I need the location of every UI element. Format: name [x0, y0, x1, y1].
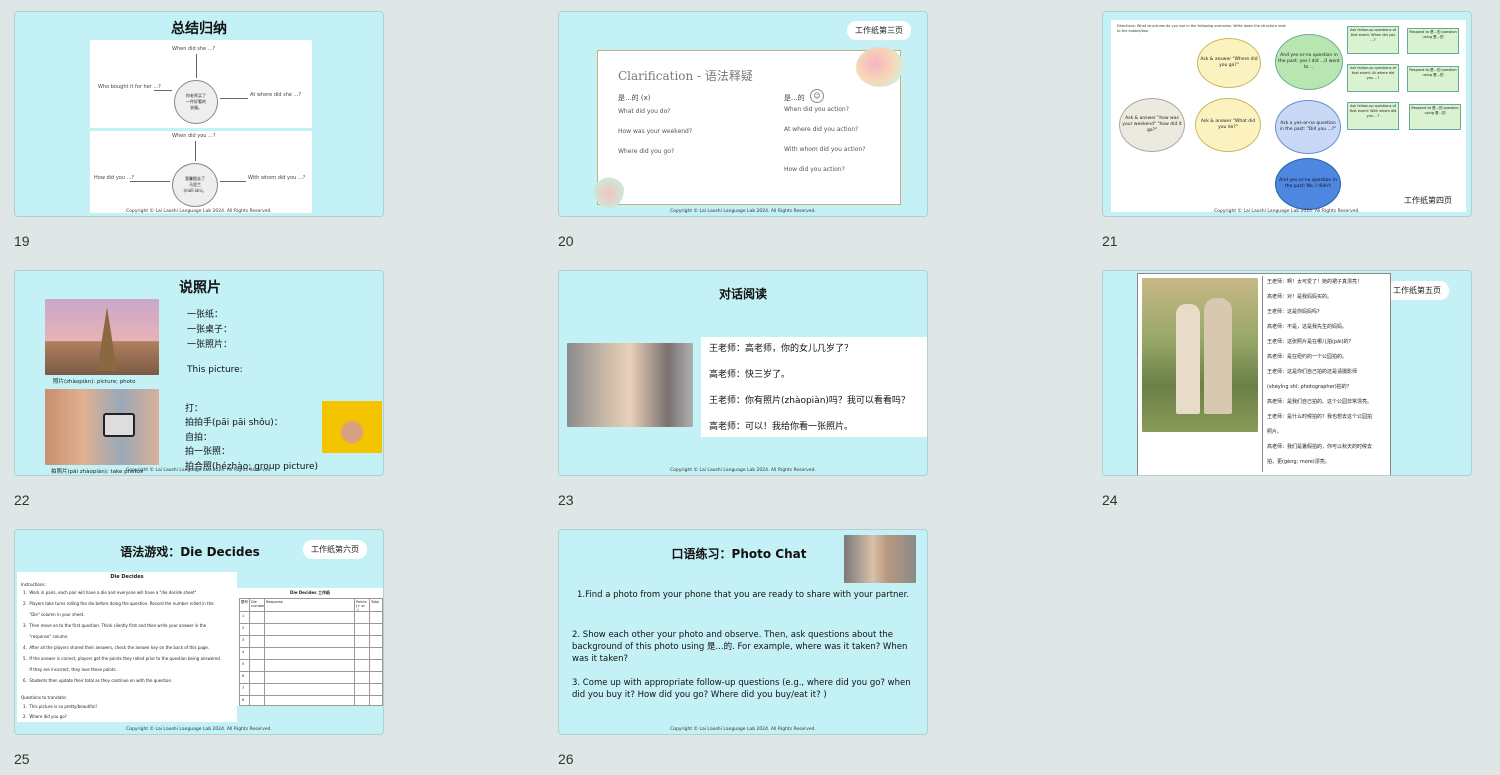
slide-thumbnail-19[interactable]: 总结归纳 When did she ...? Who bought it for… [14, 11, 384, 217]
dialogue-lines: 王老师：啊！太可爱了！她的裙子真漂亮！ 高老师：对！是我妈妈买的。 王老师：这是… [1262, 276, 1388, 472]
center-bubble: 你老师买了 一件好看的 衣服。 [174, 80, 218, 124]
worksheet-badge: 工作纸第五页 [1385, 281, 1449, 300]
mindmap-top: When did she ...? Who bought it for her … [90, 40, 312, 128]
clarification-card: Clarification - 语法释疑 是...的 (x) What did … [594, 47, 904, 208]
dialogue-box: 王老师：高老师，你的女儿几岁了？ 高老师：快三岁了。 王老师：你有照片(zhào… [701, 337, 927, 437]
instructions-doc: Die Decides Instructions: 1. Work in pai… [17, 572, 237, 722]
floral-decoration [594, 172, 624, 208]
slide-thumbnail-26[interactable]: 口语练习：Photo Chat 1.Find a photo from your… [558, 529, 928, 735]
slide-title: 说照片 [179, 280, 221, 296]
slide-number: 26 [558, 751, 574, 767]
eiffel-tower-photo [45, 299, 159, 375]
floral-decoration [856, 47, 904, 87]
slide-title: 语法游戏：Die Decides [120, 545, 260, 559]
teachers-photo [844, 535, 916, 583]
slide-title: 对话阅读 [718, 287, 767, 301]
center-bubble: 我暑假去了 马里兰 (mǎlǐ lán)。 [172, 163, 218, 207]
family-photo [1142, 278, 1258, 432]
dialogue-sheet: 王老师：啊！太可爱了！她的裙子真漂亮！ 高老师：对！是我妈妈买的。 王老师：这是… [1137, 273, 1391, 475]
slide-title: 总结归纳 [171, 21, 227, 37]
score-table: 题号 Die number Response Points (+ or -) T… [239, 598, 383, 706]
slide-title: 口语练习：Photo Chat [671, 547, 807, 561]
slide-thumbnail-23[interactable]: 对话阅读 王老师：高老师，你的女儿几岁了？ 高老师：快三岁了。 王老师：你有照片… [558, 270, 928, 476]
group-selfie-photo [45, 389, 159, 465]
slide-number: 23 [558, 492, 574, 508]
teachers-photo [567, 343, 693, 427]
slide-thumbnail-25[interactable]: 语法游戏：Die Decides 工作纸第六页 Die Decides Inst… [14, 529, 384, 735]
slide-number: 20 [558, 233, 574, 249]
die-decides-sheet: Die Decides 工作纸 题号 Die number Response P… [237, 588, 383, 706]
worksheet-badge: 工作纸第六页 [303, 540, 367, 559]
smile-icon: ☺ [810, 89, 824, 103]
slide-thumbnail-21[interactable]: Directions: What structures do you use i… [1102, 11, 1472, 217]
slide-thumbnail-24[interactable]: 工作纸第五页 王老师：啊！太可爱了！她的裙子真漂亮！ 高老师：对！是我妈妈买的。… [1102, 270, 1472, 476]
slide-thumbnail-20[interactable]: 工作纸第三页 Clarification - 语法释疑 是...的 (x) Wh… [558, 11, 928, 217]
mindmap-bottom: When did you ...? How did you ...? With … [90, 131, 312, 213]
slide-number: 25 [14, 751, 30, 767]
clarification-heading: Clarification - 语法释疑 [618, 69, 753, 83]
slide-number: 22 [14, 492, 30, 508]
worksheet-badge: 工作纸第三页 [847, 21, 911, 40]
slide-number: 24 [1102, 492, 1118, 508]
structures-diagram: Directions: What structures do you use i… [1111, 20, 1466, 212]
selfie-photo [322, 401, 382, 453]
slide-number: 21 [1102, 233, 1118, 249]
slide-thumbnail-22[interactable]: 说照片 照片(zhàopiàn): picture; photo 拍照片(pāi… [14, 270, 384, 476]
slide-number: 19 [14, 233, 30, 249]
